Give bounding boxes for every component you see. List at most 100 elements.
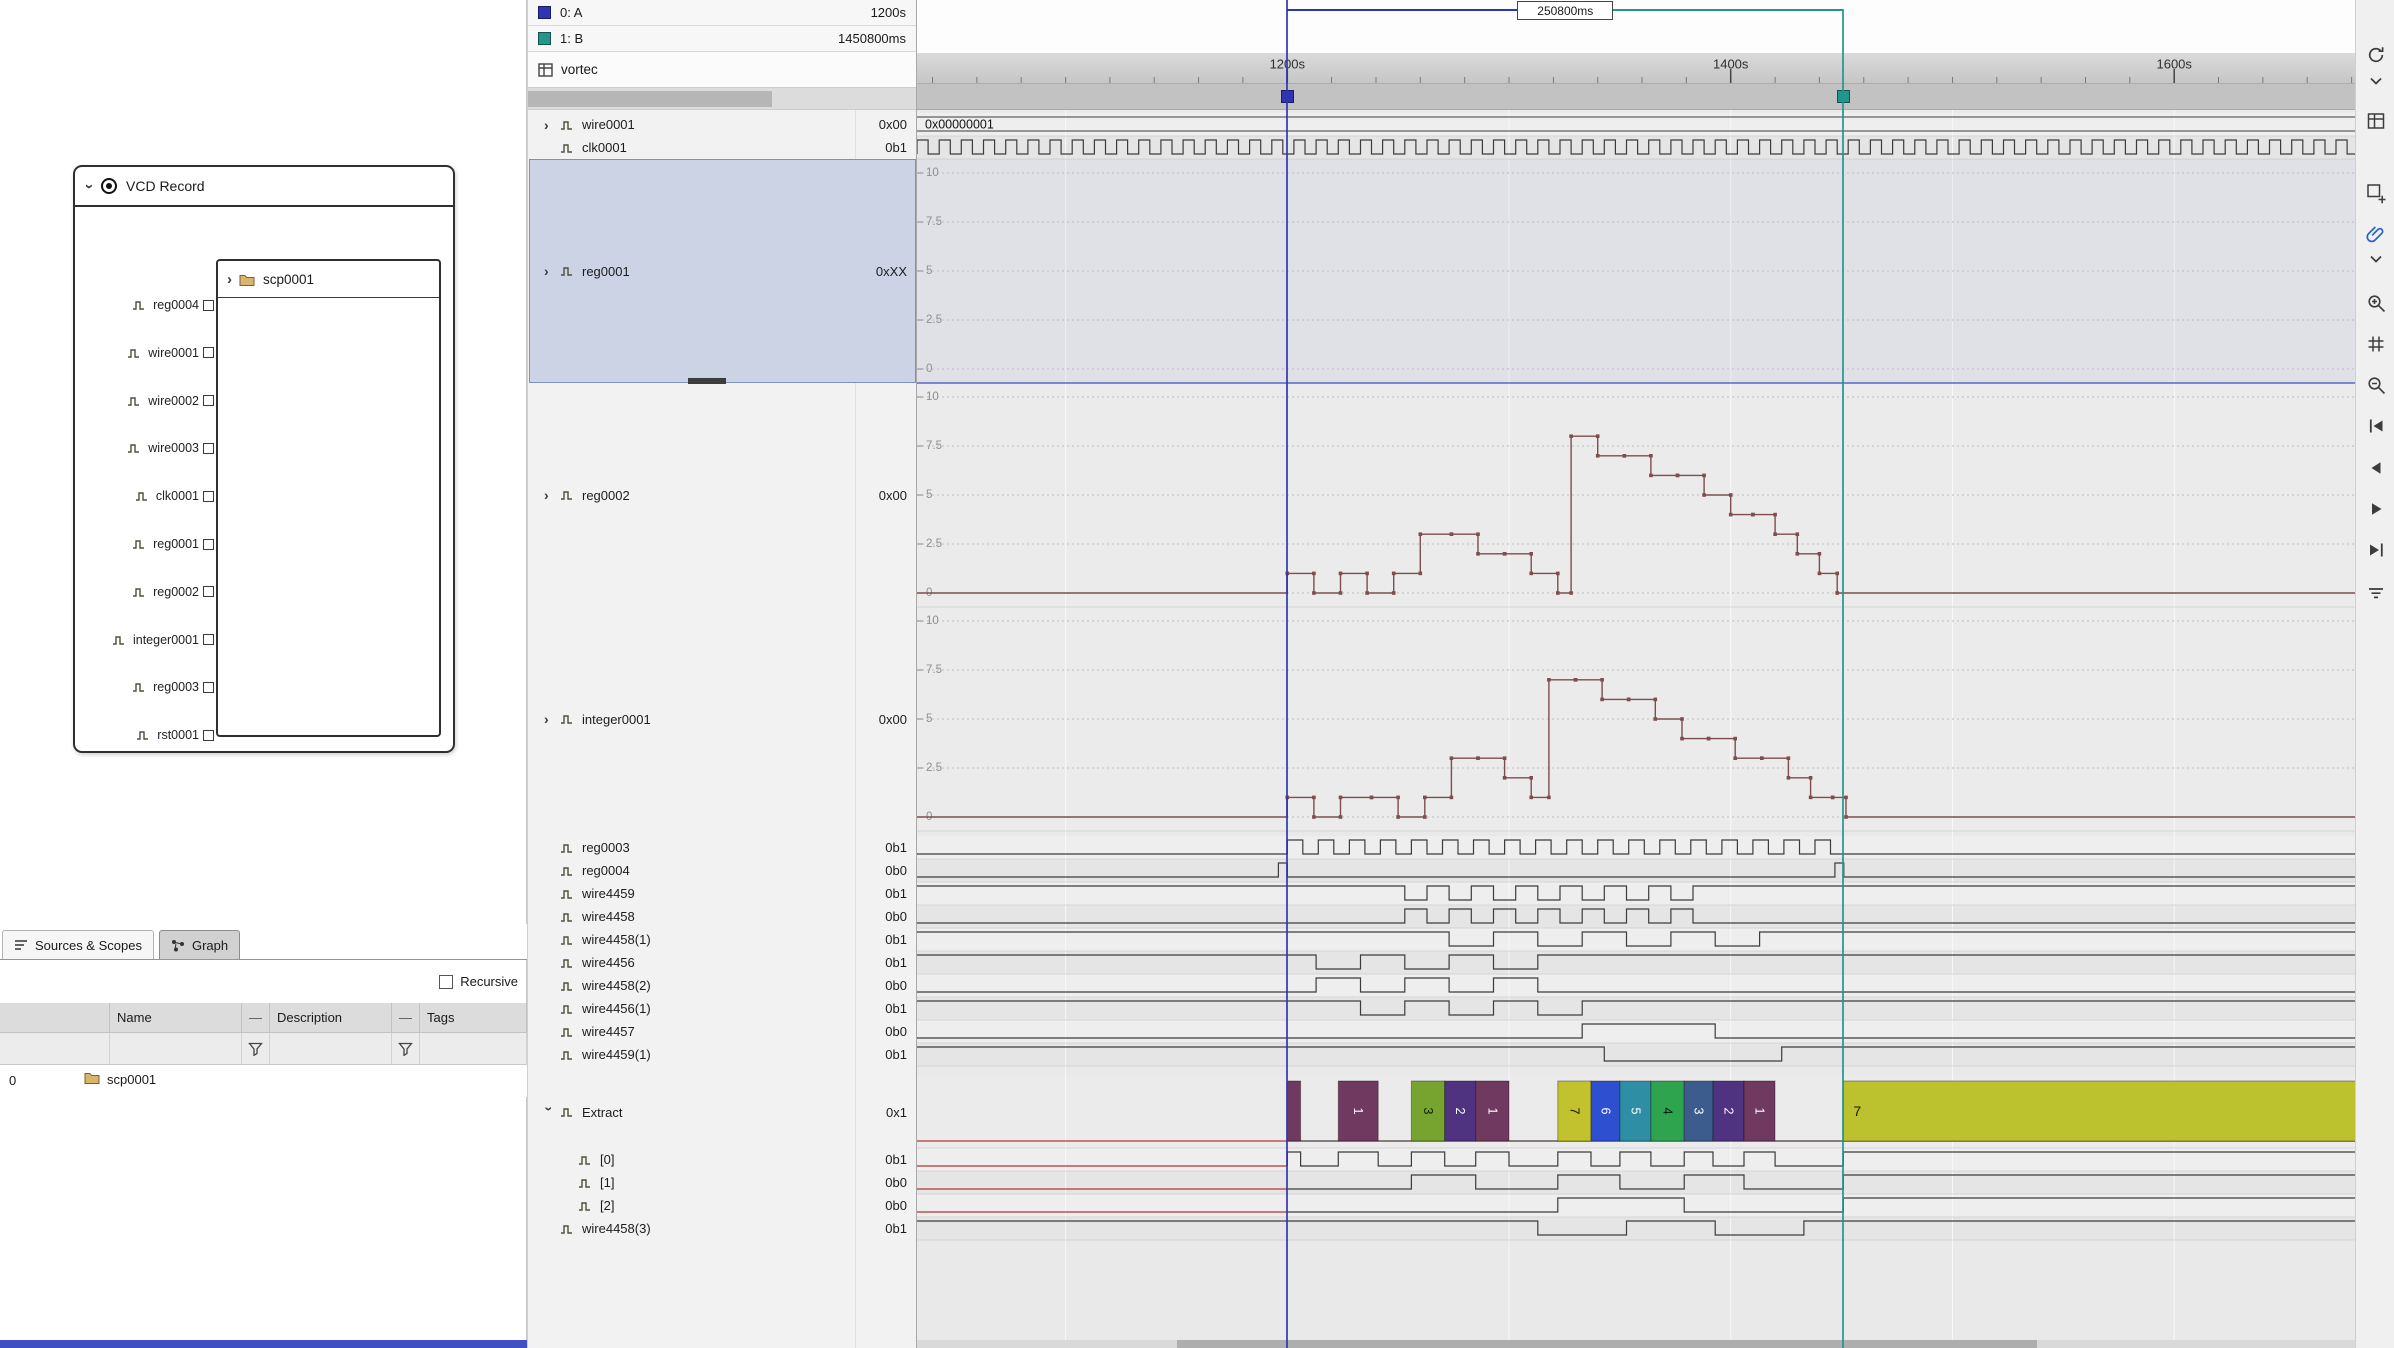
signal-row[interactable]: reg00040b0 [528,859,916,882]
node-port[interactable]: integer0001 [75,632,214,648]
marker-track[interactable] [917,84,2355,110]
description-column-divider[interactable]: — [392,1003,420,1033]
left-horizontal-scrollbar[interactable] [0,1340,527,1348]
scope-box-title: scp0001 [263,272,314,287]
expand-chevron-icon[interactable]: › [227,272,232,287]
svg-text:6: 6 [1599,1108,1613,1115]
marker-row-b[interactable]: 1: B 1450800ms [528,26,916,52]
tab-graph[interactable]: Graph [159,930,240,959]
scope-table-row[interactable]: 0 scp0001 [0,1065,527,1097]
signal-row[interactable]: wire4459(1)0b1 [528,1043,916,1066]
port-connector[interactable] [203,682,214,693]
toolbar-new-view-button[interactable] [2363,180,2388,205]
signal-row[interactable]: [0]0b1 [528,1148,916,1171]
node-port[interactable]: wire0001 [75,345,214,361]
waveform-canvas[interactable]: 0x00000001107.552.50107.552.50107.552.50… [917,110,2355,1348]
signal-row[interactable]: wire44580b0 [528,905,916,928]
name-column-divider[interactable]: — [242,1003,270,1033]
toolbar-zoom-out-button[interactable] [2363,372,2388,397]
signal-row[interactable]: wire44570b0 [528,1020,916,1043]
node-port[interactable]: wire0003 [75,440,214,456]
signal-row[interactable]: ›reg00010xXX [528,159,916,383]
port-connector[interactable] [203,539,214,550]
wave-horizontal-scrollbar[interactable] [917,1340,2355,1348]
collapse-icon[interactable]: › [543,1107,557,1118]
scrollbar-thumb[interactable] [528,91,772,107]
port-connector[interactable] [203,395,214,406]
port-connector[interactable] [203,443,214,454]
signal-type-icon [560,934,577,946]
description-filter-button[interactable] [392,1033,420,1065]
port-connector[interactable] [203,491,214,502]
tab-sources-scopes[interactable]: Sources & Scopes [2,930,154,959]
signal-row[interactable]: wire44560b1 [528,951,916,974]
scope-header[interactable]: vortec [528,52,916,88]
node-port[interactable]: reg0003 [75,679,214,695]
signal-row[interactable]: wire44590b1 [528,882,916,905]
collapse-chevron-icon[interactable]: › [82,184,97,189]
signal-row[interactable]: [2]0b0 [528,1194,916,1217]
signal-type-icon [127,395,144,407]
signal-row[interactable]: clk00010b1 [528,136,916,159]
name-filter-button[interactable] [242,1033,270,1065]
port-connector[interactable] [203,347,214,358]
toolbar-filter-list-button[interactable] [2363,580,2388,605]
signal-row[interactable]: wire4458(3)0b1 [528,1217,916,1240]
selection-resize-handle[interactable] [688,378,726,384]
toolbar-attach-button[interactable] [2363,221,2388,246]
signal-type-icon [560,888,577,900]
toolbar-collapse-panel-button[interactable] [2363,68,2388,93]
signal-row[interactable]: wire4458(1)0b1 [528,928,916,951]
description-column-header[interactable]: Description [270,1003,392,1033]
port-connector[interactable] [203,300,214,311]
toolbar-refresh-button[interactable] [2363,42,2388,67]
node-port[interactable]: reg0002 [75,584,214,600]
expand-icon[interactable]: › [544,264,555,278]
port-connector[interactable] [203,634,214,645]
toolbar-play-button[interactable] [2363,496,2388,521]
signal-row[interactable]: ›Extract0x1 [528,1076,916,1148]
marker-row-a[interactable]: 0: A 1200s [528,0,916,26]
recursive-checkbox[interactable] [439,975,453,989]
timeline-ruler[interactable]: 1200s1400s1600s [917,53,2355,84]
signal-row[interactable]: ›wire00010x00 [528,113,916,136]
signal-row[interactable]: wire4456(1)0b1 [528,997,916,1020]
vcd-record-node[interactable]: › VCD Record reg0004 wire0001 wire0002 wire… [73,165,455,753]
folder-icon [84,1071,100,1087]
expand-icon[interactable]: › [544,118,555,132]
toolbar-step-back-button[interactable] [2363,455,2388,480]
node-port[interactable]: reg0004 [75,297,214,313]
svg-text:1: 1 [1351,1108,1365,1115]
scrollbar-thumb[interactable] [1177,1340,2037,1348]
tags-column-header[interactable]: Tags [420,1003,527,1033]
name-column-scrollbar[interactable] [528,88,916,110]
toolbar-table-view-button[interactable] [2363,108,2388,133]
scope-box-header[interactable]: › scp0001 [218,261,439,298]
node-port[interactable]: wire0002 [75,393,214,409]
scope-box[interactable]: › scp0001 [216,259,441,737]
marker-b-cursor-line[interactable] [1842,9,1844,1348]
name-column-header[interactable]: Name [110,1003,242,1033]
signal-name: [2] [600,1198,614,1213]
signal-row[interactable]: [1]0b0 [528,1171,916,1194]
signal-row[interactable]: reg00030b1 [528,836,916,859]
node-port[interactable]: clk0001 [75,488,214,504]
expand-icon[interactable]: › [544,712,555,726]
vcd-record-header[interactable]: › VCD Record [75,167,453,207]
port-connector[interactable] [203,586,214,597]
signal-name: wire4456(1) [582,1001,651,1016]
expand-icon[interactable]: › [544,488,555,502]
signal-row[interactable]: wire4458(2)0b0 [528,974,916,997]
toolbar-go-end-button[interactable] [2363,537,2388,562]
toolbar-zoom-in-button[interactable] [2363,290,2388,315]
toolbar-more-button[interactable] [2363,246,2388,271]
index-column-header[interactable] [0,1003,110,1033]
node-port[interactable]: rst0001 [75,727,214,743]
signal-row[interactable]: ›reg00020x00 [528,383,916,607]
toolbar-go-start-button[interactable] [2363,413,2388,438]
marker-a-cursor-line[interactable] [1286,0,1288,1348]
port-connector[interactable] [203,730,214,741]
node-port[interactable]: reg0001 [75,536,214,552]
toolbar-zoom-fit-button[interactable] [2363,331,2388,356]
signal-row[interactable]: ›integer00010x00 [528,607,916,831]
